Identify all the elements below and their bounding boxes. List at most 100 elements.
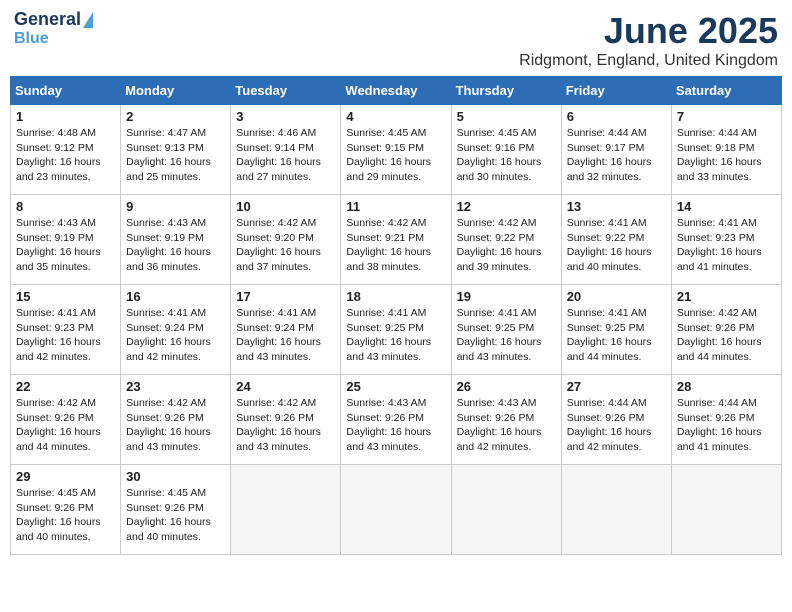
calendar-cell: [671, 465, 781, 555]
cell-info: Sunrise: 4:42 AMSunset: 9:26 PMDaylight:…: [16, 396, 115, 455]
cell-info: Sunrise: 4:41 AMSunset: 9:25 PMDaylight:…: [567, 306, 666, 365]
cell-info: Sunrise: 4:47 AMSunset: 9:13 PMDaylight:…: [126, 126, 225, 185]
day-number: 23: [126, 379, 225, 394]
cell-info: Sunrise: 4:44 AMSunset: 9:26 PMDaylight:…: [567, 396, 666, 455]
cell-info: Sunrise: 4:42 AMSunset: 9:26 PMDaylight:…: [677, 306, 776, 365]
calendar-cell: 12Sunrise: 4:42 AMSunset: 9:22 PMDayligh…: [451, 195, 561, 285]
cell-info: Sunrise: 4:41 AMSunset: 9:23 PMDaylight:…: [677, 216, 776, 275]
weekday-header-saturday: Saturday: [671, 77, 781, 105]
day-number: 24: [236, 379, 335, 394]
calendar-week-row: 15Sunrise: 4:41 AMSunset: 9:23 PMDayligh…: [11, 285, 782, 375]
calendar-cell: 16 Sunrise: 4:41 AMSunset: 9:24 PMDayligh…: [121, 285, 231, 375]
weekday-header-monday: Monday: [121, 77, 231, 105]
calendar-cell: 13 Sunrise: 4:41 AMSunset: 9:22 PMDayligh…: [561, 195, 671, 285]
calendar-cell: 1Sunrise: 4:48 AMSunset: 9:12 PMDaylight…: [11, 105, 121, 195]
weekday-header-thursday: Thursday: [451, 77, 561, 105]
title-section: June 2025 Ridgmont, England, United King…: [519, 10, 778, 70]
day-number: 8: [16, 199, 115, 214]
day-number: 16: [126, 289, 225, 304]
day-number: 4: [346, 109, 445, 124]
logo: General Blue: [14, 10, 93, 47]
day-number: 18: [346, 289, 445, 304]
logo-text-blue: Blue: [14, 30, 49, 48]
calendar-cell: 19 Sunrise: 4:41 AMSunset: 9:25 PMDayligh…: [451, 285, 561, 375]
calendar-week-row: 22 Sunrise: 4:42 AMSunset: 9:26 PMDayligh…: [11, 375, 782, 465]
cell-info: Sunrise: 4:41 AMSunset: 9:25 PMDaylight:…: [457, 306, 556, 365]
cell-info: Sunrise: 4:43 AMSunset: 9:19 PMDaylight:…: [126, 216, 225, 275]
cell-info: Sunrise: 4:43 AMSunset: 9:26 PMDaylight:…: [346, 396, 445, 455]
calendar-week-row: 8 Sunrise: 4:43 AMSunset: 9:19 PMDaylight…: [11, 195, 782, 285]
cell-info: Sunrise: 4:45 AMSunset: 9:26 PMDaylight:…: [126, 486, 225, 545]
calendar-cell: 9 Sunrise: 4:43 AMSunset: 9:19 PMDaylight…: [121, 195, 231, 285]
cell-info: Sunrise: 4:43 AMSunset: 9:19 PMDaylight:…: [16, 216, 115, 275]
cell-info: Sunrise: 4:41 AMSunset: 9:22 PMDaylight:…: [567, 216, 666, 275]
calendar-cell: 23 Sunrise: 4:42 AMSunset: 9:26 PMDayligh…: [121, 375, 231, 465]
calendar-week-row: 1Sunrise: 4:48 AMSunset: 9:12 PMDaylight…: [11, 105, 782, 195]
day-number: 26: [457, 379, 556, 394]
day-number: 25: [346, 379, 445, 394]
calendar-cell: 22 Sunrise: 4:42 AMSunset: 9:26 PMDayligh…: [11, 375, 121, 465]
cell-info: Sunrise: 4:45 AMSunset: 9:16 PMDaylight:…: [457, 126, 556, 185]
calendar-cell: 10Sunrise: 4:42 AMSunset: 9:20 PMDayligh…: [231, 195, 341, 285]
cell-info: Sunrise: 4:41 AMSunset: 9:24 PMDaylight:…: [236, 306, 335, 365]
page-header: General Blue June 2025 Ridgmont, England…: [10, 10, 782, 70]
calendar-cell: 14 Sunrise: 4:41 AMSunset: 9:23 PMDayligh…: [671, 195, 781, 285]
cell-info: Sunrise: 4:41 AMSunset: 9:23 PMDaylight:…: [16, 306, 115, 365]
cell-info: Sunrise: 4:45 AMSunset: 9:15 PMDaylight:…: [346, 126, 445, 185]
cell-info: Sunrise: 4:42 AMSunset: 9:26 PMDaylight:…: [126, 396, 225, 455]
calendar-table: SundayMondayTuesdayWednesdayThursdayFrid…: [10, 76, 782, 555]
day-number: 5: [457, 109, 556, 124]
day-number: 29: [16, 469, 115, 484]
weekday-header-wednesday: Wednesday: [341, 77, 451, 105]
logo-text-general: General: [14, 10, 81, 30]
calendar-cell: 6 Sunrise: 4:44 AMSunset: 9:17 PMDaylight…: [561, 105, 671, 195]
day-number: 30: [126, 469, 225, 484]
cell-info: Sunrise: 4:41 AMSunset: 9:25 PMDaylight:…: [346, 306, 445, 365]
day-number: 21: [677, 289, 776, 304]
day-number: 17: [236, 289, 335, 304]
location: Ridgmont, England, United Kingdom: [519, 52, 778, 70]
calendar-cell: 3 Sunrise: 4:46 AMSunset: 9:14 PMDaylight…: [231, 105, 341, 195]
day-number: 14: [677, 199, 776, 214]
cell-info: Sunrise: 4:45 AMSunset: 9:26 PMDaylight:…: [16, 486, 115, 545]
day-number: 12: [457, 199, 556, 214]
calendar-cell: [451, 465, 561, 555]
day-number: 9: [126, 199, 225, 214]
calendar-cell: 8 Sunrise: 4:43 AMSunset: 9:19 PMDaylight…: [11, 195, 121, 285]
cell-info: Sunrise: 4:42 AMSunset: 9:26 PMDaylight:…: [236, 396, 335, 455]
day-number: 27: [567, 379, 666, 394]
weekday-header-tuesday: Tuesday: [231, 77, 341, 105]
day-number: 10: [236, 199, 335, 214]
day-number: 6: [567, 109, 666, 124]
cell-info: Sunrise: 4:46 AMSunset: 9:14 PMDaylight:…: [236, 126, 335, 185]
calendar-cell: 20Sunrise: 4:41 AMSunset: 9:25 PMDayligh…: [561, 285, 671, 375]
day-number: 28: [677, 379, 776, 394]
cell-info: Sunrise: 4:44 AMSunset: 9:17 PMDaylight:…: [567, 126, 666, 185]
calendar-cell: 17 Sunrise: 4:41 AMSunset: 9:24 PMDayligh…: [231, 285, 341, 375]
calendar-cell: 5 Sunrise: 4:45 AMSunset: 9:16 PMDaylight…: [451, 105, 561, 195]
calendar-cell: 26Sunrise: 4:43 AMSunset: 9:26 PMDayligh…: [451, 375, 561, 465]
calendar-cell: 7Sunrise: 4:44 AMSunset: 9:18 PMDaylight…: [671, 105, 781, 195]
day-number: 22: [16, 379, 115, 394]
calendar-cell: 21 Sunrise: 4:42 AMSunset: 9:26 PMDayligh…: [671, 285, 781, 375]
weekday-header-row: SundayMondayTuesdayWednesdayThursdayFrid…: [11, 77, 782, 105]
cell-info: Sunrise: 4:41 AMSunset: 9:24 PMDaylight:…: [126, 306, 225, 365]
calendar-cell: [561, 465, 671, 555]
calendar-cell: 28Sunrise: 4:44 AMSunset: 9:26 PMDayligh…: [671, 375, 781, 465]
calendar-cell: 2 Sunrise: 4:47 AMSunset: 9:13 PMDaylight…: [121, 105, 231, 195]
cell-info: Sunrise: 4:42 AMSunset: 9:21 PMDaylight:…: [346, 216, 445, 275]
weekday-header-sunday: Sunday: [11, 77, 121, 105]
day-number: 13: [567, 199, 666, 214]
calendar-cell: 11Sunrise: 4:42 AMSunset: 9:21 PMDayligh…: [341, 195, 451, 285]
day-number: 2: [126, 109, 225, 124]
calendar-cell: 18 Sunrise: 4:41 AMSunset: 9:25 PMDayligh…: [341, 285, 451, 375]
calendar-cell: 27 Sunrise: 4:44 AMSunset: 9:26 PMDayligh…: [561, 375, 671, 465]
calendar-cell: 29 Sunrise: 4:45 AMSunset: 9:26 PMDayligh…: [11, 465, 121, 555]
day-number: 19: [457, 289, 556, 304]
cell-info: Sunrise: 4:44 AMSunset: 9:18 PMDaylight:…: [677, 126, 776, 185]
calendar-cell: 4 Sunrise: 4:45 AMSunset: 9:15 PMDaylight…: [341, 105, 451, 195]
calendar-cell: [341, 465, 451, 555]
calendar-cell: 24 Sunrise: 4:42 AMSunset: 9:26 PMDayligh…: [231, 375, 341, 465]
calendar-cell: 15Sunrise: 4:41 AMSunset: 9:23 PMDayligh…: [11, 285, 121, 375]
day-number: 3: [236, 109, 335, 124]
